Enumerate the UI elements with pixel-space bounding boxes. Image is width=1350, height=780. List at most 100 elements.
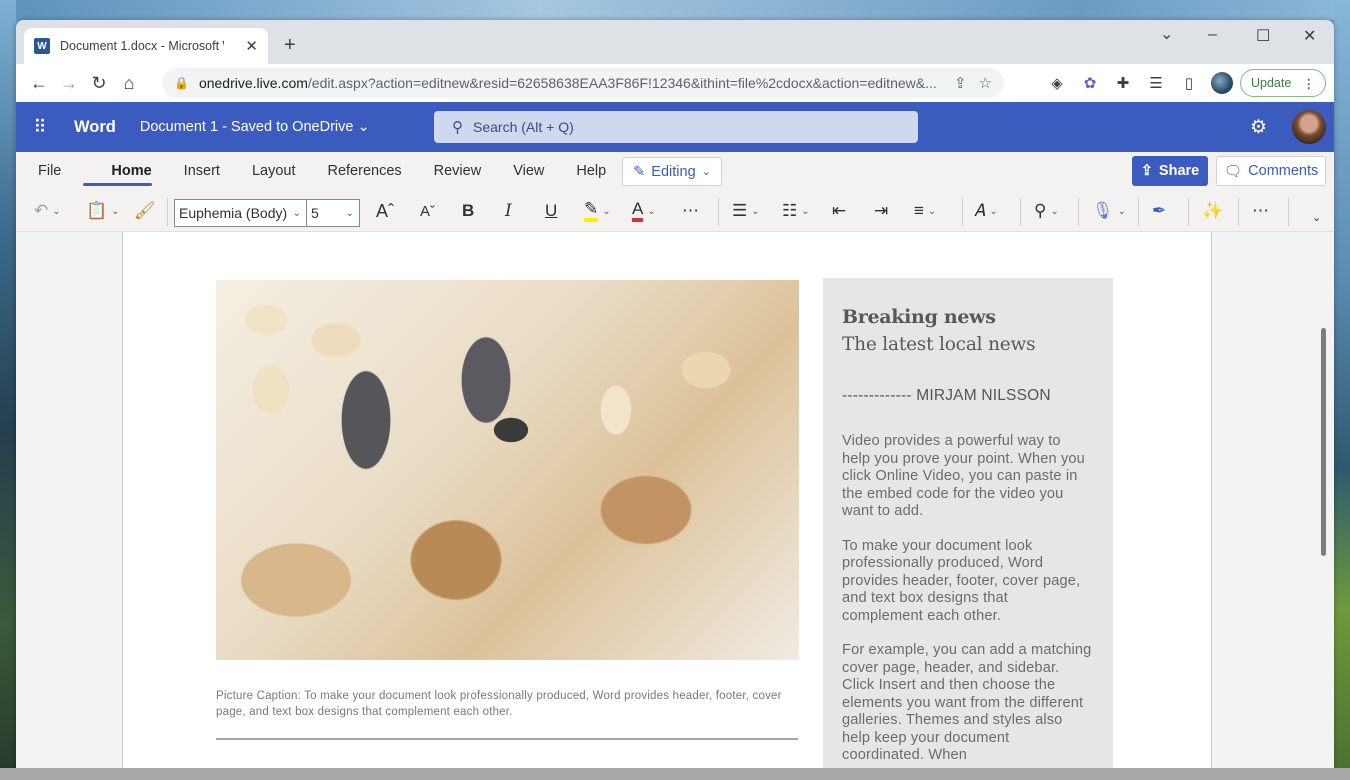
layers-extension-icon[interactable]: ◈ [1044,70,1070,96]
home-button[interactable]: ⌂ [114,68,144,98]
comments-label: Comments [1248,163,1319,179]
tab-layout[interactable]: Layout [220,152,296,190]
flower-extension-icon[interactable]: ✿ [1077,70,1103,96]
italic-button[interactable]: I [505,198,512,224]
word-favicon-icon: W [34,38,50,54]
tab-help[interactable]: Help [544,152,606,190]
maximize-button[interactable]: ☐ [1256,26,1270,46]
back-button[interactable]: ← [24,68,54,98]
minimize-button[interactable]: – [1208,26,1217,44]
chevron-down-icon: ⌄ [1312,211,1322,224]
sidebar-text-box[interactable]: Breaking news The latest local news ----… [823,278,1113,780]
editor-button[interactable]: ✒ [1152,198,1166,224]
tab-review[interactable]: Review [402,152,482,190]
chevron-down-icon: ⌄ [1117,205,1126,217]
share-icon: ⇪ [1140,163,1153,179]
undo-icon: ↶ [34,201,49,220]
close-window-button[interactable]: ✕ [1303,26,1316,46]
grow-font-icon: Aˆ [376,200,394,221]
tab-file[interactable]: File [16,152,61,190]
user-avatar[interactable] [1292,110,1326,144]
new-tab-button[interactable]: + [284,34,296,57]
document-canvas: Picture Caption: To make your document l… [16,232,1334,780]
format-painter-button[interactable]: 🖌 [134,198,156,224]
styles-button[interactable]: 𝐴 ⌄ [974,198,998,224]
font-name-value: Euphemia (Body) [179,205,288,221]
share-button[interactable]: ⇪ Share [1132,156,1208,186]
shrink-font-button[interactable]: Aˇ [420,198,435,224]
pencil-icon: ✎ [633,163,646,180]
more-font-options-button[interactable]: ⋯ [682,198,699,224]
close-tab-icon[interactable]: ✕ [245,37,258,55]
chevron-down-icon: ⌄ [1050,205,1059,217]
document-page[interactable]: Picture Caption: To make your document l… [122,232,1212,780]
side-panel-icon[interactable]: ▯ [1176,70,1202,96]
sidebar-paragraph: For example, you can add a matching cove… [842,642,1092,763]
increase-indent-button[interactable]: ⇥ [874,198,888,224]
comment-icon: 🗨 [1223,163,1243,180]
grow-font-button[interactable]: Aˆ [376,198,394,224]
bullets-button[interactable]: ☰ ⌄ [732,198,760,224]
undo-button[interactable]: ↶ ⌄ [34,198,61,224]
font-controls: Euphemia (Body) ⌄ 5 ⌄ [174,199,360,227]
settings-gear-icon[interactable]: ⚙ [1250,116,1267,139]
tab-view[interactable]: View [481,152,544,190]
comments-button[interactable]: 🗨 Comments [1216,156,1326,186]
picture-caption[interactable]: Picture Caption: To make your document l… [216,688,801,720]
update-label: Update [1251,76,1292,90]
increase-indent-icon: ⇥ [874,201,889,220]
chevron-down-icon: ⌄ [701,166,711,178]
paste-button[interactable]: 📋 ⌄ [86,198,120,224]
vertical-scrollbar[interactable] [1321,328,1326,556]
numbered-list-icon: ☷ [782,201,798,220]
browser-tab[interactable]: W Document 1.docx - Microsoft Word ✕ [24,28,268,64]
editing-mode-button[interactable]: ✎ Editing ⌄ [622,157,722,186]
share-page-icon[interactable]: ⇪ [954,74,967,92]
bold-button[interactable]: B [462,198,474,224]
address-bar[interactable]: 🔒 onedrive.live.com/edit.aspx?action=edi… [162,68,1004,98]
ellipsis-icon: ⋯ [1252,201,1269,220]
lock-icon[interactable]: 🔒 [174,76,189,90]
separator [718,198,719,226]
chevron-down-icon: ⌄ [927,205,937,217]
app-launcher-icon[interactable]: ⠿ [16,117,64,138]
update-button[interactable]: Update ⋮ [1240,69,1326,97]
desktop-wallpaper-right [1334,0,1350,780]
decrease-indent-button[interactable]: ⇤ [832,198,846,224]
designer-button[interactable]: ✨ [1202,198,1223,224]
forward-button[interactable]: → [54,68,84,98]
expand-ribbon-button[interactable]: ⌄ [1312,204,1321,230]
bakery-photo[interactable] [216,280,799,660]
horizontal-rule [216,738,798,740]
ribbon-tabs: File Home Insert Layout References Revie… [16,152,1334,190]
app-name[interactable]: Word [74,118,116,137]
media-control-icon[interactable]: ☰ [1143,70,1169,96]
align-button[interactable]: ≡ ⌄ [914,198,936,224]
taskbar-edge [0,768,1350,780]
find-button[interactable]: ⚲ ⌄ [1034,198,1059,224]
sidebar-subtitle: The latest local news [842,334,1036,355]
reload-button[interactable]: ↻ [84,68,114,98]
tab-home[interactable]: Home [61,152,152,190]
document-title[interactable]: Document 1 - Saved to OneDrive ⌄ [140,119,370,135]
font-color-button[interactable]: A ⌄ [632,198,656,224]
puzzle-extensions-icon[interactable]: ✚ [1110,70,1136,96]
bold-icon: B [462,201,475,220]
tab-search-dropdown-icon[interactable]: ⌄ [1160,24,1173,44]
sidebar-author: ------------- MIRJAM NILSSON [842,387,1051,404]
numbering-button[interactable]: ☷ ⌄ [782,198,810,224]
dictate-button[interactable]: 🎙 ⌄ [1092,198,1126,224]
url-text[interactable]: onedrive.live.com/edit.aspx?action=editn… [199,75,942,91]
font-name-dropdown[interactable]: Euphemia (Body) ⌄ [175,200,307,226]
more-options-button[interactable]: ⋯ [1252,198,1269,224]
tab-references[interactable]: References [295,152,401,190]
underline-button[interactable]: U [545,198,557,224]
tab-insert[interactable]: Insert [152,152,220,190]
profile-icon[interactable] [1209,70,1235,96]
highlight-button[interactable]: ✎ ⌄ [584,198,611,224]
search-icon: ⚲ [1034,201,1047,220]
font-size-dropdown[interactable]: 5 ⌄ [307,200,359,226]
search-input[interactable]: ⚲ Search (Alt + Q) [434,111,918,143]
bookmark-star-icon[interactable]: ☆ [979,74,992,92]
font-size-value: 5 [311,205,319,221]
